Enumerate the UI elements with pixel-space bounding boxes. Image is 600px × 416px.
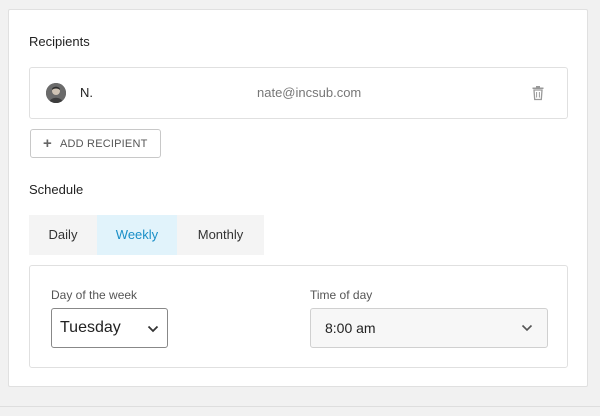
plus-icon: + [43,135,52,152]
tab-monthly[interactable]: Monthly [177,215,264,255]
recipients-title: Recipients [29,34,90,49]
recipient-name: N. [80,85,93,100]
time-of-day-value: 8:00 am [325,320,376,336]
chevron-down-icon [147,325,159,333]
add-recipient-label: ADD RECIPIENT [59,137,148,150]
schedule-title: Schedule [29,182,84,197]
day-of-week-value: Tuesday [60,319,121,336]
schedule-tabs: Daily Weekly Monthly [29,215,264,255]
day-of-week-select[interactable]: Tuesday [51,308,168,348]
day-of-week-label: Day of the week [51,288,138,302]
schedule-options: Day of the week Tuesday Time of day 8:00… [29,265,568,368]
tab-weekly[interactable]: Weekly [97,215,177,255]
add-recipient-button[interactable]: + ADD RECIPIENT [30,129,161,158]
divider [0,406,600,407]
chevron-down-icon [521,324,533,332]
settings-panel: Recipients N. nate@incsub.com + ADD RECI… [8,9,588,387]
avatar [46,83,66,103]
tab-daily[interactable]: Daily [29,215,97,255]
recipient-row: N. nate@incsub.com [29,67,568,119]
recipient-email: nate@incsub.com [257,85,362,100]
time-of-day-label: Time of day [310,288,373,302]
time-of-day-select[interactable]: 8:00 am [310,308,548,348]
trash-icon[interactable] [531,85,545,101]
